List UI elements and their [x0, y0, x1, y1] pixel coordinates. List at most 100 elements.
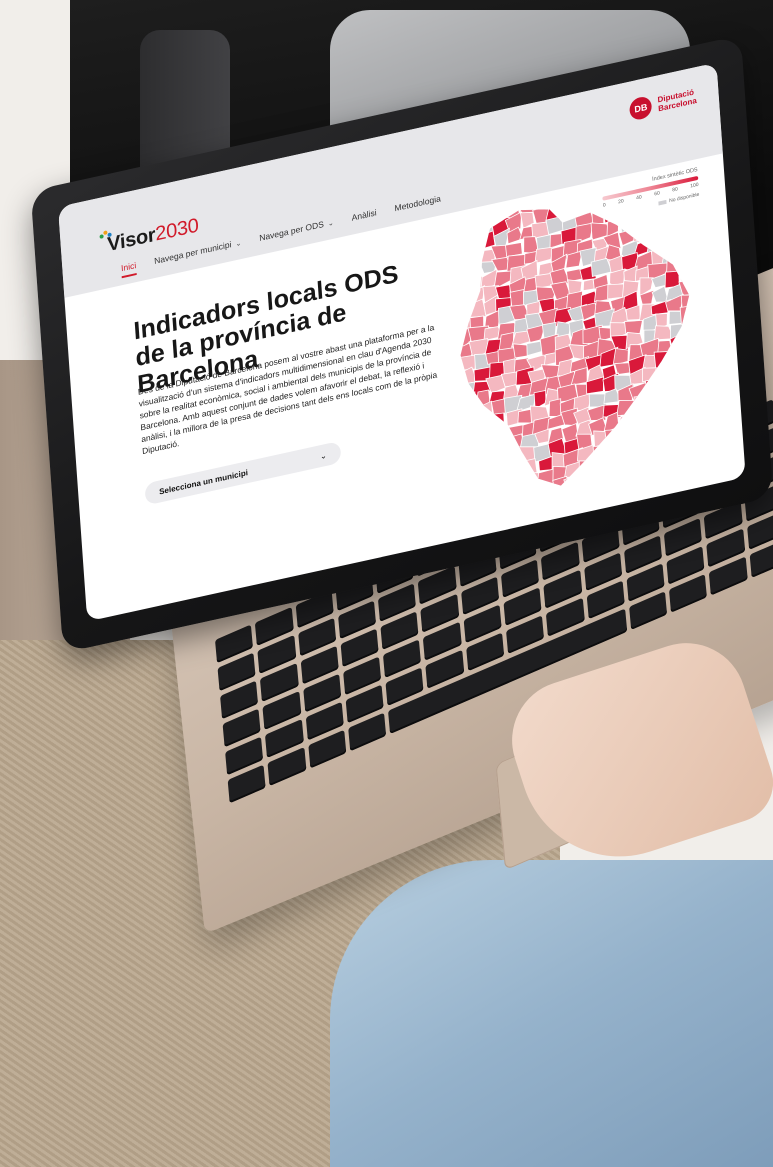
- municipality-cell[interactable]: [461, 223, 483, 245]
- municipality-cell[interactable]: [522, 481, 543, 503]
- municipality-cell[interactable]: [672, 201, 694, 222]
- municipality-cell[interactable]: [632, 394, 650, 414]
- municipality-cell[interactable]: [458, 391, 478, 412]
- municipality-cell[interactable]: [630, 174, 644, 190]
- municipality-cell[interactable]: [591, 452, 610, 475]
- municipality-cell[interactable]: [686, 383, 704, 404]
- municipality-cell[interactable]: [578, 457, 597, 480]
- municipality-cell[interactable]: [508, 475, 526, 491]
- municipality-cell[interactable]: [519, 469, 542, 492]
- municipality-cell[interactable]: [621, 461, 638, 480]
- municipality-cell[interactable]: [661, 399, 679, 420]
- nav-analisi[interactable]: Anàlisi: [351, 207, 377, 227]
- municipality-cell[interactable]: [586, 195, 605, 216]
- municipality-cell[interactable]: [659, 411, 680, 434]
- municipality-cell[interactable]: [632, 423, 648, 441]
- municipality-cell[interactable]: [584, 182, 605, 205]
- municipality-cell[interactable]: [660, 232, 678, 251]
- nav-inici[interactable]: Inici: [120, 260, 137, 279]
- nav-ods[interactable]: Navega per ODS ⌄: [259, 217, 334, 248]
- municipality-cell[interactable]: [689, 435, 704, 455]
- municipality-cell[interactable]: [536, 493, 558, 512]
- municipality-cell[interactable]: [492, 466, 515, 483]
- municipality-cell[interactable]: [581, 483, 601, 505]
- municipality-cell[interactable]: [668, 345, 688, 368]
- municipality-cell[interactable]: [643, 181, 662, 204]
- municipality-cell[interactable]: [673, 410, 691, 431]
- municipality-cell[interactable]: [690, 457, 704, 477]
- municipality-cell[interactable]: [663, 428, 681, 449]
- municipality-cell[interactable]: [491, 412, 505, 435]
- municipality-cell[interactable]: [485, 507, 500, 513]
- municipality-cell[interactable]: [631, 213, 653, 232]
- municipality-cell[interactable]: [474, 205, 497, 229]
- municipality-cell[interactable]: [606, 462, 626, 484]
- municipality-cell[interactable]: [685, 344, 702, 365]
- municipality-cell[interactable]: [467, 496, 488, 513]
- municipality-cell[interactable]: [632, 187, 646, 205]
- municipality-cell[interactable]: [622, 435, 637, 454]
- municipality-cell[interactable]: [676, 448, 697, 469]
- municipality-cell[interactable]: [604, 451, 626, 472]
- municipality-cell[interactable]: [449, 224, 466, 245]
- municipality-cell[interactable]: [648, 456, 667, 478]
- municipality-cell[interactable]: [635, 472, 653, 490]
- municipality-cell[interactable]: [482, 490, 498, 513]
- municipality-cell[interactable]: [660, 442, 681, 458]
- municipality-cell[interactable]: [459, 419, 483, 439]
- municipality-cell[interactable]: [608, 439, 626, 459]
- municipality-cell[interactable]: [463, 246, 482, 268]
- municipality-cell[interactable]: [456, 305, 472, 323]
- municipality-cell[interactable]: [619, 447, 640, 470]
- municipality-cell[interactable]: [669, 359, 690, 379]
- municipality-cell[interactable]: [674, 240, 692, 261]
- municipality-cell[interactable]: [674, 228, 692, 246]
- municipality-cell[interactable]: [662, 468, 683, 484]
- province-choropleth-map[interactable]: [449, 166, 704, 514]
- municipality-cell[interactable]: [673, 214, 694, 238]
- municipality-cell[interactable]: [475, 416, 496, 437]
- municipality-cell[interactable]: [657, 190, 680, 212]
- municipality-cell[interactable]: [602, 203, 620, 224]
- municipality-cell[interactable]: [462, 444, 481, 463]
- municipality-cell[interactable]: [600, 178, 620, 200]
- municipality-cell[interactable]: [675, 435, 697, 458]
- municipality-cell[interactable]: [659, 179, 676, 201]
- municipality-cell[interactable]: [614, 179, 631, 193]
- municipality-cell[interactable]: [462, 235, 481, 255]
- municipality-cell[interactable]: [461, 407, 480, 423]
- municipality-cell[interactable]: [614, 203, 636, 223]
- municipality-cell[interactable]: [634, 444, 653, 462]
- municipality-cell[interactable]: [657, 386, 674, 409]
- municipality-cell[interactable]: [465, 482, 486, 503]
- municipality-cell[interactable]: [592, 478, 614, 502]
- municipality-cell[interactable]: [465, 468, 485, 492]
- municipality-cell[interactable]: [615, 187, 636, 211]
- municipality-cell[interactable]: [495, 492, 516, 509]
- municipality-cell[interactable]: [545, 215, 564, 236]
- municipality-cell[interactable]: [642, 169, 662, 187]
- municipality-cell[interactable]: [601, 195, 622, 211]
- municipality-cell[interactable]: [662, 452, 682, 472]
- municipality-cell[interactable]: [676, 460, 697, 480]
- municipality-cell[interactable]: [681, 317, 700, 339]
- municipality-cell[interactable]: [679, 303, 701, 328]
- municipality-cell[interactable]: [567, 486, 584, 508]
- municipality-cell[interactable]: [450, 276, 473, 299]
- diputacio-brand[interactable]: DB Diputació Barcelona: [629, 85, 697, 122]
- municipality-cell[interactable]: [673, 373, 690, 390]
- municipality-cell[interactable]: [632, 433, 651, 453]
- municipality-cell[interactable]: [686, 358, 704, 375]
- municipality-cell[interactable]: [645, 377, 664, 397]
- municipality-cell[interactable]: [630, 406, 650, 426]
- municipality-cell[interactable]: [661, 204, 680, 226]
- municipi-select[interactable]: Selecciona un municipi ⌄: [144, 440, 342, 506]
- municipality-cell[interactable]: [545, 191, 565, 213]
- municipality-cell[interactable]: [476, 443, 495, 458]
- municipality-cell[interactable]: [645, 416, 666, 439]
- municipality-cell[interactable]: [653, 467, 670, 486]
- municipality-cell[interactable]: [687, 395, 704, 415]
- municipality-cell[interactable]: [493, 477, 514, 496]
- municipality-cell[interactable]: [582, 278, 596, 292]
- municipality-cell[interactable]: [449, 212, 465, 235]
